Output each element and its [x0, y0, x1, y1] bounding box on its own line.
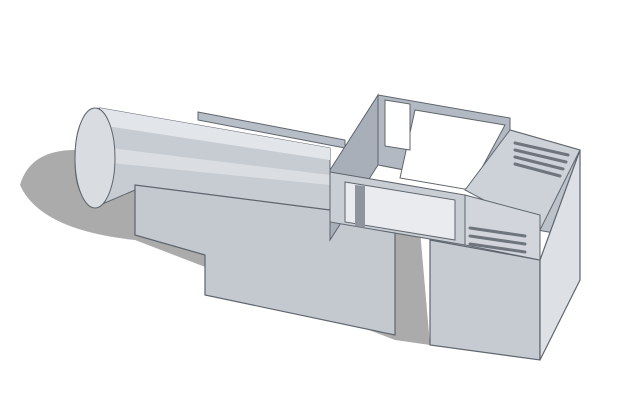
box-window-side	[384, 99, 411, 151]
tray-front-face	[429, 239, 541, 361]
model-render	[20, 93, 581, 361]
cylinder-end-cap	[74, 107, 116, 209]
box-front-strut	[355, 185, 365, 228]
3d-viewport[interactable]	[0, 0, 640, 400]
